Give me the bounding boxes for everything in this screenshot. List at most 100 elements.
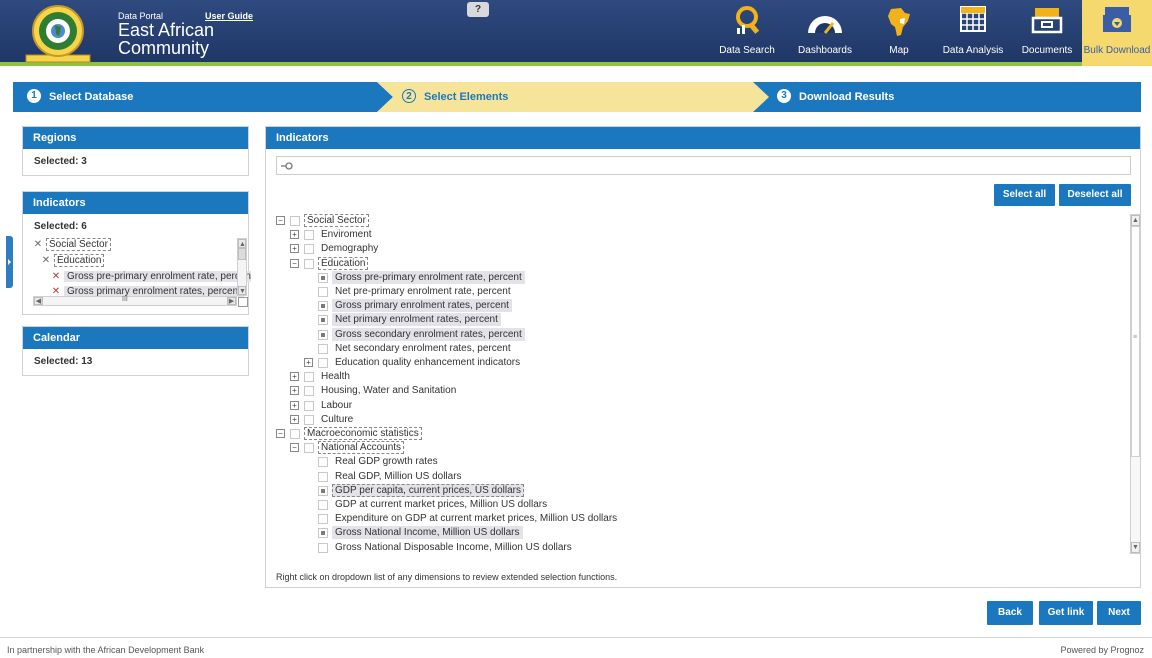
scroll-thumb[interactable] bbox=[1131, 226, 1140, 457]
nav-documents[interactable]: Documents bbox=[1012, 0, 1082, 66]
tree-checkbox[interactable] bbox=[318, 344, 328, 354]
tree-label[interactable]: Real GDP, Million US dollars bbox=[335, 470, 462, 483]
scroll-up-icon[interactable]: ▲ bbox=[1131, 215, 1140, 226]
remove-icon[interactable]: ✕ bbox=[33, 238, 43, 252]
tree-checkbox[interactable] bbox=[318, 273, 328, 283]
back-button[interactable]: Back bbox=[987, 601, 1033, 625]
tree-checkbox[interactable] bbox=[304, 372, 314, 382]
scroll-left-icon[interactable]: ◀ bbox=[34, 297, 43, 305]
search-input[interactable] bbox=[295, 158, 1115, 173]
tree-label[interactable]: Net secondary enrolment rates, percent bbox=[335, 342, 511, 355]
tree-label[interactable]: GDP at current market prices, Million US… bbox=[335, 498, 547, 511]
step-download-results[interactable]: 3 Download Results bbox=[777, 82, 894, 112]
scroll-down-icon[interactable]: ▼ bbox=[238, 286, 246, 295]
tree-checkbox[interactable] bbox=[304, 244, 314, 254]
tree-checkbox[interactable] bbox=[318, 543, 328, 553]
tree-checkbox[interactable] bbox=[318, 457, 328, 467]
mini-tree-label[interactable]: Education bbox=[54, 254, 105, 267]
tree-label[interactable]: Net primary enrolment rates, percent bbox=[332, 313, 501, 326]
tree-checkbox[interactable] bbox=[304, 415, 314, 425]
tree-checkbox[interactable] bbox=[318, 315, 328, 325]
get-link-button[interactable]: Get link bbox=[1039, 601, 1093, 625]
select-all-button[interactable]: Select all bbox=[994, 184, 1055, 206]
tree-label[interactable]: Health bbox=[321, 370, 350, 383]
next-button[interactable]: Next bbox=[1097, 601, 1141, 625]
tree-checkbox[interactable] bbox=[318, 472, 328, 482]
tree-checkbox[interactable] bbox=[304, 230, 314, 240]
eac-logo[interactable] bbox=[22, 3, 98, 63]
tree-label[interactable]: Gross pre-primary enrolment rate, percen… bbox=[332, 271, 525, 284]
mini-tree-label[interactable]: Social Sector bbox=[46, 238, 111, 251]
collapse-icon[interactable]: − bbox=[276, 216, 285, 225]
nav-map[interactable]: Map bbox=[864, 0, 934, 66]
remove-icon[interactable]: ✕ bbox=[51, 270, 61, 284]
tree-checkbox[interactable] bbox=[318, 301, 328, 311]
tree-checkbox[interactable] bbox=[304, 386, 314, 396]
deselect-all-button[interactable]: Deselect all bbox=[1059, 184, 1131, 206]
indicator-search[interactable] bbox=[276, 156, 1131, 175]
tree-checkbox[interactable] bbox=[318, 330, 328, 340]
mini-vertical-scrollbar[interactable]: ▲ ▼ bbox=[237, 238, 247, 296]
tree-checkbox[interactable] bbox=[290, 429, 300, 439]
remove-icon[interactable]: ✕ bbox=[41, 254, 51, 268]
tree-label[interactable]: Net pre-primary enrolment rate, percent bbox=[335, 285, 511, 298]
tree-label[interactable]: GDP per capita, current prices, US dolla… bbox=[332, 484, 525, 497]
tree-checkbox[interactable] bbox=[318, 500, 328, 510]
collapse-icon[interactable]: − bbox=[290, 443, 299, 452]
scroll-right-icon[interactable]: ▶ bbox=[227, 297, 236, 305]
tree-label[interactable]: Enviroment bbox=[321, 228, 372, 241]
tree-label[interactable]: Labour bbox=[321, 399, 352, 412]
regions-title[interactable]: Regions bbox=[23, 127, 248, 149]
tree-label[interactable]: Education quality enhancement indicators bbox=[335, 356, 520, 369]
tree-label[interactable]: Gross secondary enrolment rates, percent bbox=[332, 328, 525, 341]
nav-data-analysis[interactable]: Data Analysis bbox=[934, 0, 1012, 66]
mini-horizontal-scrollbar[interactable]: ◀ III ▶ bbox=[33, 296, 237, 306]
tree-label[interactable]: Social Sector bbox=[304, 214, 369, 227]
tree-checkbox[interactable] bbox=[304, 443, 314, 453]
nav-dashboards[interactable]: Dashboards bbox=[786, 0, 864, 66]
expand-icon[interactable]: + bbox=[290, 372, 299, 381]
indicators-side-title[interactable]: Indicators bbox=[23, 192, 248, 214]
expand-icon[interactable]: + bbox=[290, 230, 299, 239]
scroll-thumb[interactable] bbox=[238, 248, 246, 260]
tree-label[interactable]: Gross primary enrolment rates, percent bbox=[332, 299, 512, 312]
tree-label[interactable]: Real GDP growth rates bbox=[335, 455, 438, 468]
tree-label[interactable]: Macroeconomic statistics bbox=[304, 427, 422, 440]
nav-bulk-download[interactable]: Bulk Download bbox=[1082, 0, 1152, 66]
sidebar-toggle[interactable] bbox=[6, 236, 13, 288]
tree-label[interactable]: Education bbox=[318, 257, 369, 270]
tree-checkbox[interactable] bbox=[304, 259, 314, 269]
nav-data-search[interactable]: Data Search bbox=[708, 0, 786, 66]
expand-icon[interactable]: + bbox=[290, 415, 299, 424]
tree-checkbox[interactable] bbox=[318, 358, 328, 368]
expand-icon[interactable]: + bbox=[290, 244, 299, 253]
tree-label[interactable]: Culture bbox=[321, 413, 353, 426]
scroll-down-icon[interactable]: ▼ bbox=[1131, 542, 1140, 553]
step-select-elements[interactable]: 2 Select Elements bbox=[402, 82, 508, 112]
expand-icon[interactable]: + bbox=[290, 401, 299, 410]
tree-label[interactable]: Demography bbox=[321, 242, 378, 255]
tree-label[interactable]: Gross National Disposable Income, Millio… bbox=[335, 541, 572, 554]
tree-vertical-scrollbar[interactable]: ▲ ≡ ▼ bbox=[1130, 214, 1141, 554]
scroll-up-icon[interactable]: ▲ bbox=[238, 239, 246, 248]
collapse-icon[interactable]: − bbox=[276, 429, 285, 438]
tree-checkbox[interactable] bbox=[304, 401, 314, 411]
step-select-database[interactable]: 1 Select Database bbox=[27, 82, 133, 112]
tree-label[interactable]: Expenditure on GDP at current market pri… bbox=[335, 512, 617, 525]
mini-tree-label[interactable]: Gross pre-primary enrolment rate, percen bbox=[64, 271, 251, 282]
help-button[interactable]: ? bbox=[467, 2, 489, 17]
tree-checkbox[interactable] bbox=[318, 486, 328, 496]
tree-checkbox[interactable] bbox=[318, 287, 328, 297]
tree-checkbox[interactable] bbox=[318, 528, 328, 538]
expand-icon[interactable]: + bbox=[304, 358, 313, 367]
tree-label[interactable]: National Accounts bbox=[318, 441, 405, 454]
expand-icon[interactable]: + bbox=[290, 386, 299, 395]
tree-checkbox[interactable] bbox=[318, 514, 328, 524]
nav-label: Bulk Download bbox=[1083, 45, 1151, 56]
tree-checkbox[interactable] bbox=[290, 216, 300, 226]
scroll-thumb[interactable]: III bbox=[122, 296, 128, 303]
tree-label[interactable]: Housing, Water and Sanitation bbox=[321, 384, 456, 397]
collapse-icon[interactable]: − bbox=[290, 259, 299, 268]
tree-label[interactable]: Gross National Income, Million US dollar… bbox=[332, 526, 523, 539]
calendar-title[interactable]: Calendar bbox=[23, 327, 248, 349]
